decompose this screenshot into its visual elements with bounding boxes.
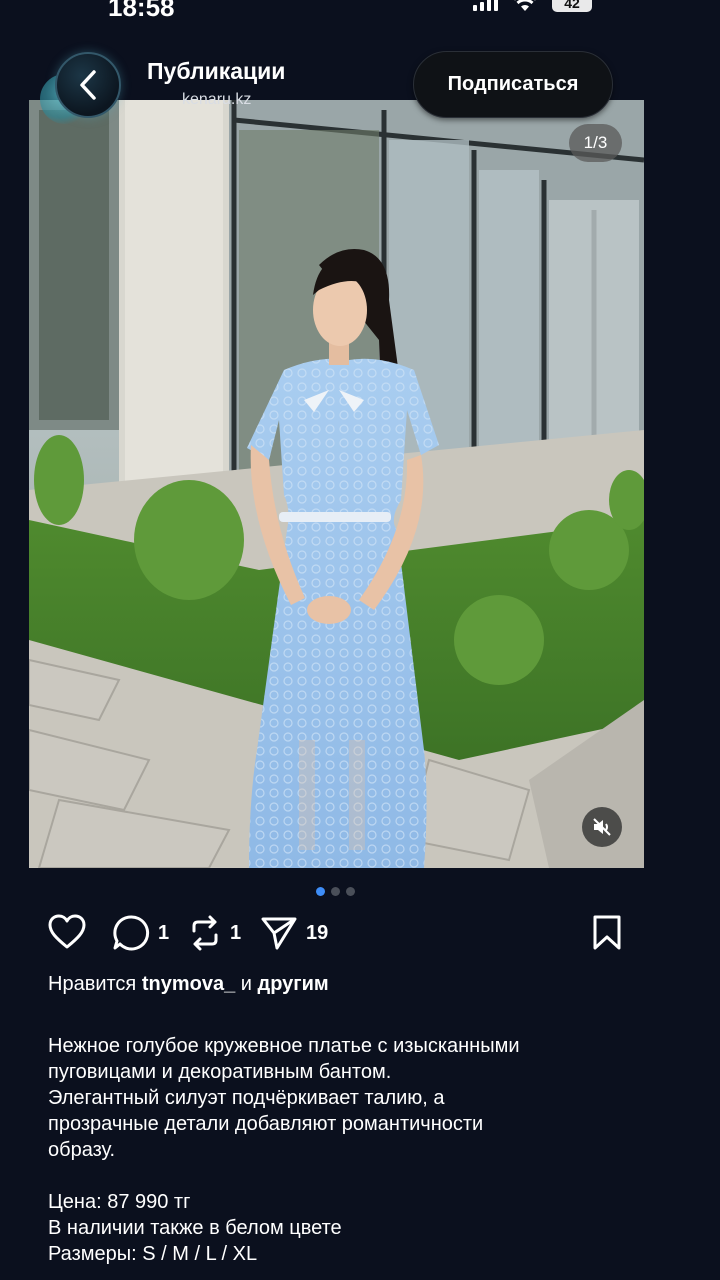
carousel-dot	[331, 887, 340, 896]
page-title: Публикации	[147, 58, 286, 84]
subscribe-button[interactable]: Подписаться	[413, 51, 613, 118]
caption-price: Цена: 87 990 тг	[48, 1191, 191, 1213]
caption-line: образу.	[48, 1139, 116, 1161]
back-button[interactable]	[55, 52, 121, 118]
battery-indicator: 42	[552, 0, 592, 12]
caption-sizes: Размеры: S / M / L / XL	[48, 1243, 258, 1265]
post-photo[interactable]	[29, 100, 644, 868]
repost-count: 1	[230, 921, 242, 944]
share-button[interactable]: 19	[260, 914, 328, 952]
post-actions: 1 1 19	[48, 914, 628, 956]
comment-count: 1	[158, 921, 170, 944]
caption-line: пуговицами и декоративным бантом.	[48, 1061, 392, 1083]
caption-line: Нежное голубое кружевное платье с изыска…	[48, 1035, 520, 1057]
caption-line: прозрачные детали добавляют романтичност…	[48, 1113, 484, 1135]
caption-line: Элегантный силуэт подчёркивает талию, а	[48, 1087, 445, 1109]
wifi-icon	[514, 0, 536, 11]
comment-icon	[113, 915, 150, 951]
caption-availability: В наличии также в белом цвете	[48, 1217, 342, 1239]
cellular-signal-icon	[473, 0, 498, 11]
like-button[interactable]	[48, 914, 86, 950]
bookmark-icon	[593, 915, 621, 950]
mute-button[interactable]	[582, 807, 622, 847]
likes-conjunction: и	[240, 973, 252, 995]
page-subtitle[interactable]: kenaru.kz	[182, 91, 251, 109]
status-bar: 18:58 42	[0, 0, 720, 22]
carousel-dot	[346, 887, 355, 896]
carousel-dot	[316, 887, 325, 896]
save-button[interactable]	[592, 914, 622, 952]
repost-button[interactable]: 1	[188, 914, 241, 952]
share-count: 19	[306, 921, 329, 944]
status-time: 18:58	[108, 0, 175, 22]
likes-summary[interactable]: Нравится tnymova_ и другим	[48, 973, 329, 996]
likes-others[interactable]: другим	[258, 973, 329, 995]
post-caption: Нежное голубое кружевное платье с изыска…	[48, 1033, 648, 1267]
repost-icon	[192, 915, 218, 951]
carousel-dots	[316, 887, 355, 896]
send-icon	[261, 917, 297, 950]
dress-photo-image	[29, 100, 644, 868]
likes-prefix: Нравится	[48, 973, 137, 995]
liker-username[interactable]: tnymova_	[142, 973, 235, 995]
comment-button[interactable]: 1	[112, 914, 169, 952]
status-icons: 42	[473, 0, 592, 12]
chevron-left-icon	[80, 70, 96, 100]
speaker-muted-icon	[593, 818, 611, 836]
heart-icon	[48, 914, 86, 949]
